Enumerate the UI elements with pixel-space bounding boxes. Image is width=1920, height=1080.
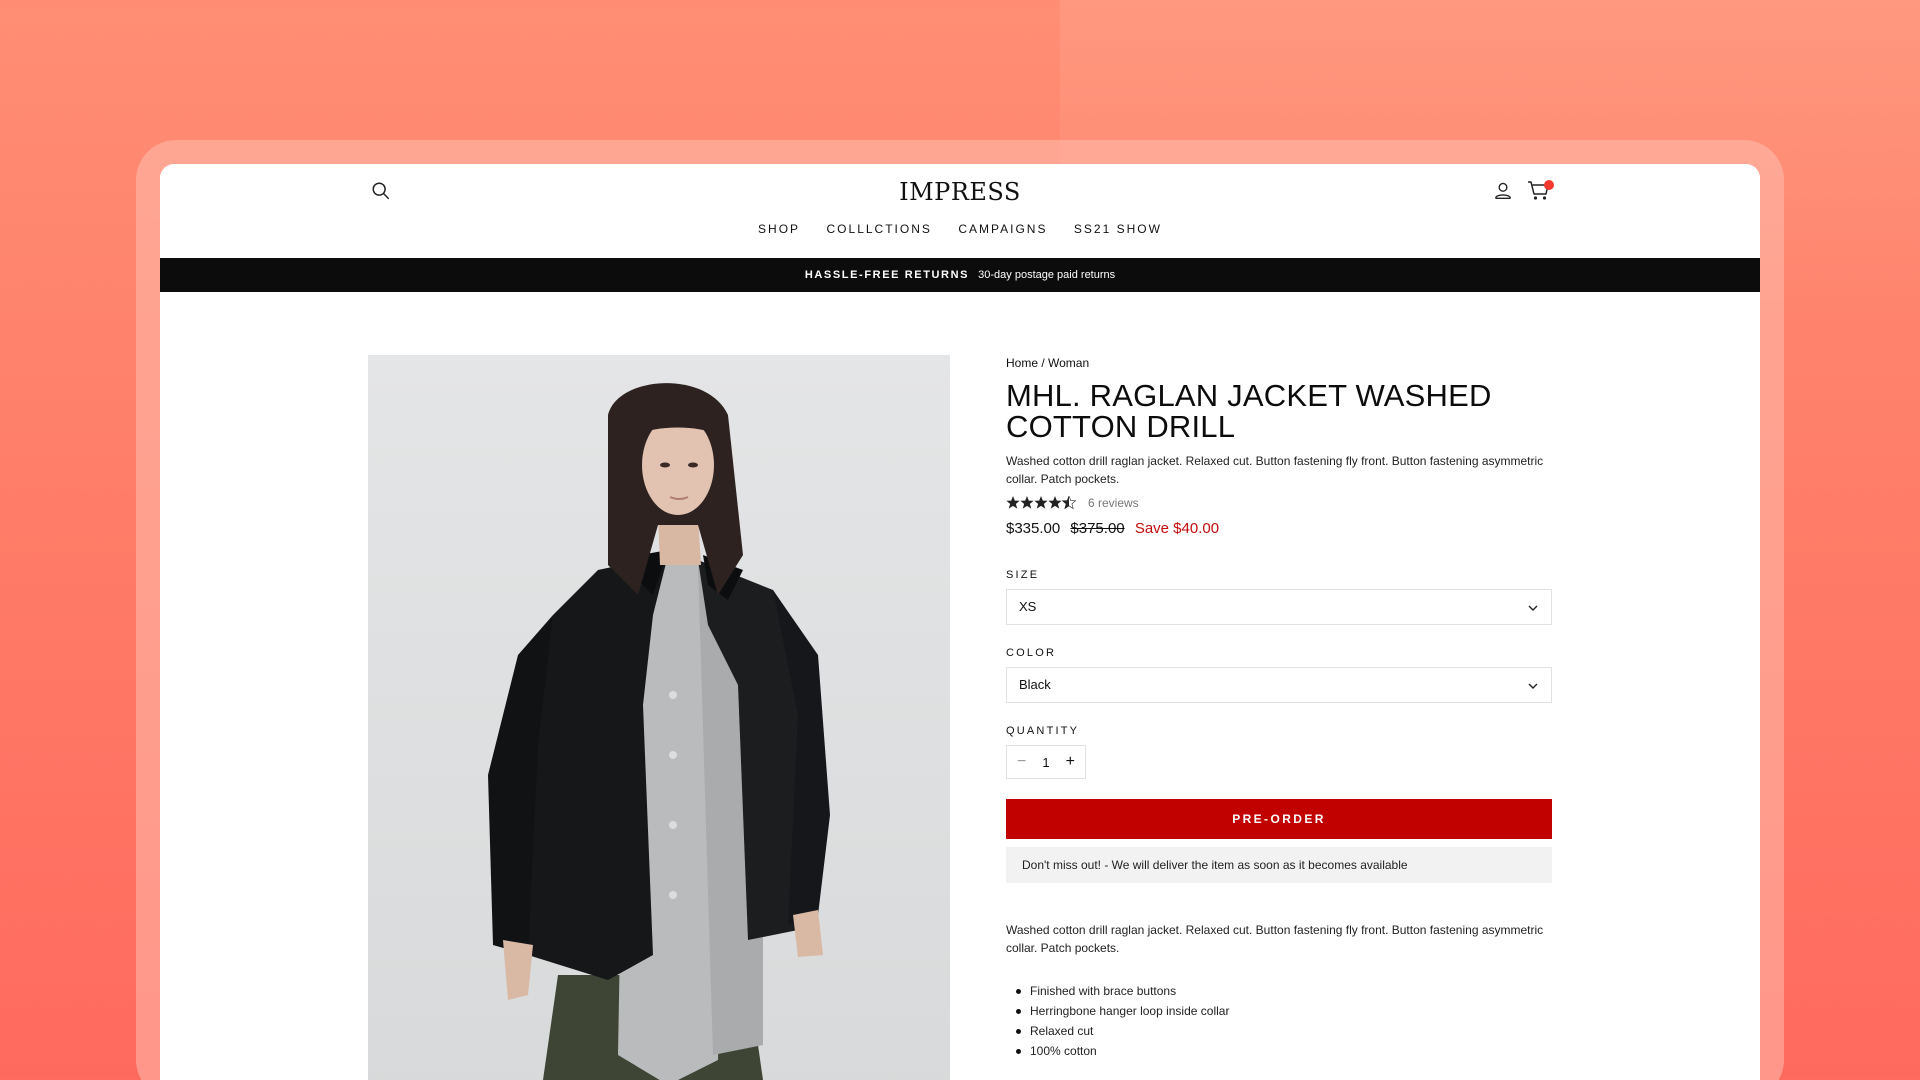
feature-list: Finished with brace buttons Herringbone … <box>1006 981 1552 1061</box>
user-icon[interactable] <box>1492 180 1514 202</box>
reviews-count[interactable]: 6 reviews <box>1088 496 1139 510</box>
site-header: IMPRESS SHOP COLLLCTIONS CAMPAIGNS SS21 … <box>160 164 1760 258</box>
feature-item: Herringbone hanger loop inside collar <box>1006 1001 1552 1021</box>
nav-item-campaigns[interactable]: CAMPAIGNS <box>958 222 1047 236</box>
chevron-down-icon <box>1528 605 1538 611</box>
cart-badge <box>1544 180 1554 190</box>
compare-price: $375.00 <box>1070 520 1125 537</box>
pre-order-button[interactable]: PRE-ORDER <box>1006 799 1552 839</box>
nav-item-shop[interactable]: SHOP <box>758 222 800 236</box>
product-long-description: Washed cotton drill raglan jacket. Relax… <box>1006 923 1544 955</box>
size-label: SIZE <box>1006 569 1040 581</box>
quantity-value[interactable]: 1 <box>1042 755 1049 770</box>
product-short-description: Washed cotton drill raglan jacket. Relax… <box>1006 454 1544 486</box>
color-label: COLOR <box>1006 647 1057 659</box>
quantity-stepper[interactable]: − 1 + <box>1006 745 1086 779</box>
save-amount: Save $40.00 <box>1134 520 1220 537</box>
rating-stars <box>1006 496 1077 510</box>
product-photo-illustration <box>488 383 830 1080</box>
product-details: Home / Woman MHL. RAGLAN JACKET WASHED C… <box>1006 356 1552 1061</box>
color-group: COLOR Black <box>1006 647 1552 703</box>
quantity-label: QUANTITY <box>1006 725 1080 737</box>
announcement-bar: HASSLE-FREE RETURNS 30-day postage paid … <box>160 258 1760 292</box>
nav-item-ss21-show[interactable]: SS21 SHOW <box>1074 222 1162 236</box>
feature-item: Finished with brace buttons <box>1006 981 1552 1001</box>
nav-item-collections[interactable]: COLLLCTIONS <box>827 222 932 236</box>
product-rating[interactable]: 6 reviews <box>1006 496 1552 510</box>
increment-button[interactable]: + <box>1066 753 1075 771</box>
color-select[interactable]: Black <box>1006 667 1552 703</box>
feature-item: 100% cotton <box>1006 1041 1552 1061</box>
main-nav: SHOP COLLLCTIONS CAMPAIGNS SS21 SHOW <box>160 220 1760 238</box>
product-title: MHL. RAGLAN JACKET WASHED COTTON DRILL <box>1006 378 1492 444</box>
color-value: Black <box>1019 677 1051 692</box>
price-row: $335.00 $375.00 Save $40.00 <box>1006 520 1552 537</box>
decrement-button[interactable]: − <box>1017 753 1026 771</box>
size-value: XS <box>1019 599 1037 614</box>
brand-logo[interactable]: IMPRESS <box>160 178 1760 206</box>
quantity-group: QUANTITY − 1 + <box>1006 725 1552 779</box>
browser-screen: IMPRESS SHOP COLLLCTIONS CAMPAIGNS SS21 … <box>160 164 1760 1080</box>
product-image[interactable] <box>368 355 950 1080</box>
announcement-text: 30-day postage paid returns <box>978 269 1116 281</box>
current-price: $335.00 <box>1006 520 1061 537</box>
chevron-down-icon <box>1528 683 1538 689</box>
announcement-bold: HASSLE-FREE RETURNS <box>804 269 970 281</box>
feature-item: Relaxed cut <box>1006 1021 1552 1041</box>
size-select[interactable]: XS <box>1006 589 1552 625</box>
pre-order-notice: Don't miss out! - We will deliver the it… <box>1006 847 1552 883</box>
size-group: SIZE XS <box>1006 569 1552 625</box>
breadcrumb[interactable]: Home / Woman <box>1006 356 1552 370</box>
